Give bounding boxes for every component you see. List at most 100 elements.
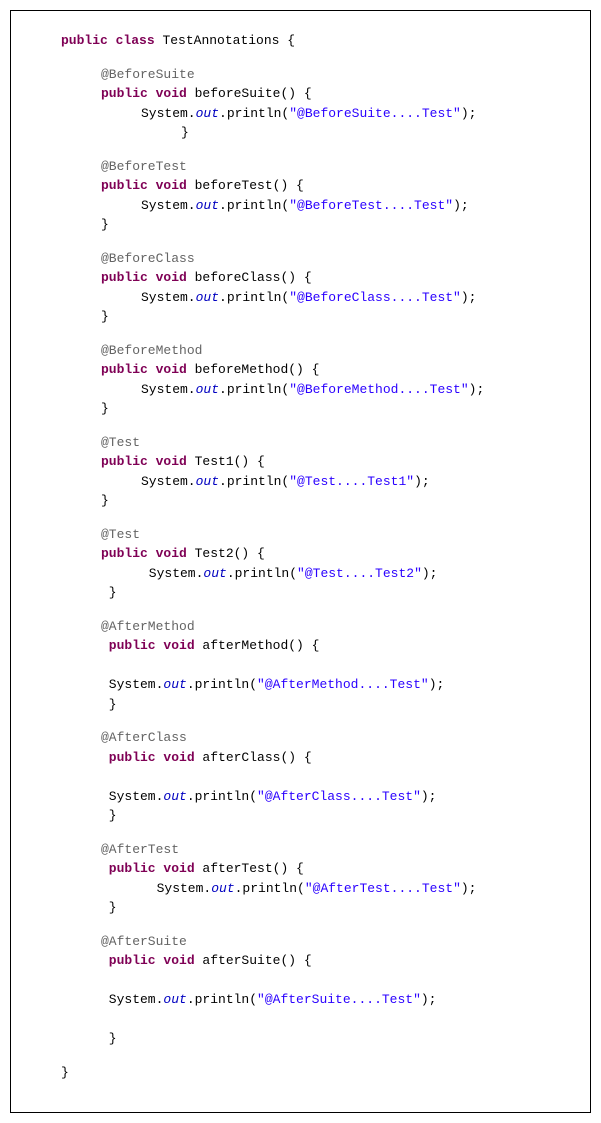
msg: "@AfterSuite....Test" <box>257 992 421 1007</box>
method-decl: public void <box>101 178 187 193</box>
close: } <box>181 125 189 140</box>
method-decl: public void <box>101 953 195 968</box>
println: .println( <box>219 382 289 397</box>
end: ); <box>429 677 445 692</box>
annotation: @AfterSuite <box>101 934 187 949</box>
method-decl: public void <box>101 86 187 101</box>
close: } <box>101 217 109 232</box>
out: out <box>211 881 234 896</box>
close: } <box>101 309 109 324</box>
sys: System. <box>141 382 196 397</box>
sys: System. <box>101 992 163 1007</box>
method-afterSuite: @AfterSuite public void afterSuite() { S… <box>101 932 560 1049</box>
close: } <box>101 585 117 600</box>
sys: System. <box>141 198 196 213</box>
end: ); <box>422 566 438 581</box>
end: ); <box>453 198 469 213</box>
println: .println( <box>187 992 257 1007</box>
annotation: @Test <box>101 435 140 450</box>
out: out <box>163 992 186 1007</box>
println: .println( <box>219 474 289 489</box>
method-name: afterMethod() { <box>195 638 320 653</box>
method-name: beforeClass() { <box>187 270 312 285</box>
close-brace: } <box>61 1065 69 1080</box>
annotation: @BeforeTest <box>101 159 187 174</box>
end: ); <box>461 881 477 896</box>
msg: "@Test....Test2" <box>297 566 422 581</box>
method-test1: @Test public void Test1() { System.out.p… <box>101 433 560 511</box>
sys: System. <box>141 881 211 896</box>
sys: System. <box>101 677 163 692</box>
close: } <box>101 697 117 712</box>
out: out <box>163 789 186 804</box>
out: out <box>196 106 219 121</box>
msg: "@BeforeSuite....Test" <box>289 106 461 121</box>
class-declaration: public class TestAnnotations { <box>61 31 560 51</box>
method-test2: @Test public void Test2() { System.out.p… <box>101 525 560 603</box>
class-close: } <box>61 1063 560 1083</box>
close: } <box>101 1031 117 1046</box>
annotation: @Test <box>101 527 140 542</box>
close: } <box>101 808 117 823</box>
class-open: { <box>279 33 295 48</box>
msg: "@BeforeTest....Test" <box>289 198 453 213</box>
method-decl: public void <box>101 546 187 561</box>
sys: System. <box>141 290 196 305</box>
out: out <box>196 198 219 213</box>
annotation: @AfterTest <box>101 842 179 857</box>
method-decl: public void <box>101 454 187 469</box>
close: } <box>101 493 109 508</box>
method-decl: public void <box>101 362 187 377</box>
method-name: beforeSuite() { <box>187 86 312 101</box>
end: ); <box>461 106 477 121</box>
out: out <box>163 677 186 692</box>
end: ); <box>414 474 430 489</box>
annotation: @BeforeClass <box>101 251 195 266</box>
annotation: @AfterMethod <box>101 619 195 634</box>
annotation: @AfterClass <box>101 730 187 745</box>
println: .println( <box>219 290 289 305</box>
method-name: afterClass() { <box>195 750 312 765</box>
msg: "@BeforeMethod....Test" <box>289 382 468 397</box>
method-afterMethod: @AfterMethod public void afterMethod() {… <box>101 617 560 715</box>
end: ); <box>461 290 477 305</box>
class-name-text: TestAnnotations <box>162 33 279 48</box>
out: out <box>196 474 219 489</box>
method-decl: public void <box>101 861 195 876</box>
method-name: afterSuite() { <box>195 953 312 968</box>
method-name: Test2() { <box>187 546 265 561</box>
println: .println( <box>219 198 289 213</box>
close: } <box>101 401 109 416</box>
println: .println( <box>187 789 257 804</box>
method-afterClass: @AfterClass public void afterClass() { S… <box>101 728 560 826</box>
method-decl: public void <box>101 638 195 653</box>
method-name: beforeMethod() { <box>187 362 320 377</box>
method-afterTest: @AfterTest public void afterTest() { Sys… <box>101 840 560 918</box>
msg: "@Test....Test1" <box>289 474 414 489</box>
msg: "@AfterClass....Test" <box>257 789 421 804</box>
sys: System. <box>141 106 196 121</box>
annotation: @BeforeMethod <box>101 343 202 358</box>
method-decl: public void <box>101 750 195 765</box>
code-container: public class TestAnnotations { @BeforeSu… <box>10 10 591 1113</box>
close: } <box>101 900 117 915</box>
method-beforeTest: @BeforeTest public void beforeTest() { S… <box>101 157 560 235</box>
method-name: Test1() { <box>187 454 265 469</box>
annotation: @BeforeSuite <box>101 67 195 82</box>
method-beforeMethod: @BeforeMethod public void beforeMethod()… <box>101 341 560 419</box>
end: ); <box>469 382 485 397</box>
method-name: afterTest() { <box>195 861 304 876</box>
msg: "@AfterMethod....Test" <box>257 677 429 692</box>
method-decl: public void <box>101 270 187 285</box>
method-beforeClass: @BeforeClass public void beforeClass() {… <box>101 249 560 327</box>
sys: System. <box>141 566 203 581</box>
keyword: public class <box>61 33 155 48</box>
method-name: beforeTest() { <box>187 178 304 193</box>
println: .println( <box>227 566 297 581</box>
println: .println( <box>219 106 289 121</box>
sys: System. <box>141 474 196 489</box>
msg: "@BeforeClass....Test" <box>289 290 461 305</box>
out: out <box>196 290 219 305</box>
msg: "@AfterTest....Test" <box>305 881 461 896</box>
out: out <box>203 566 226 581</box>
